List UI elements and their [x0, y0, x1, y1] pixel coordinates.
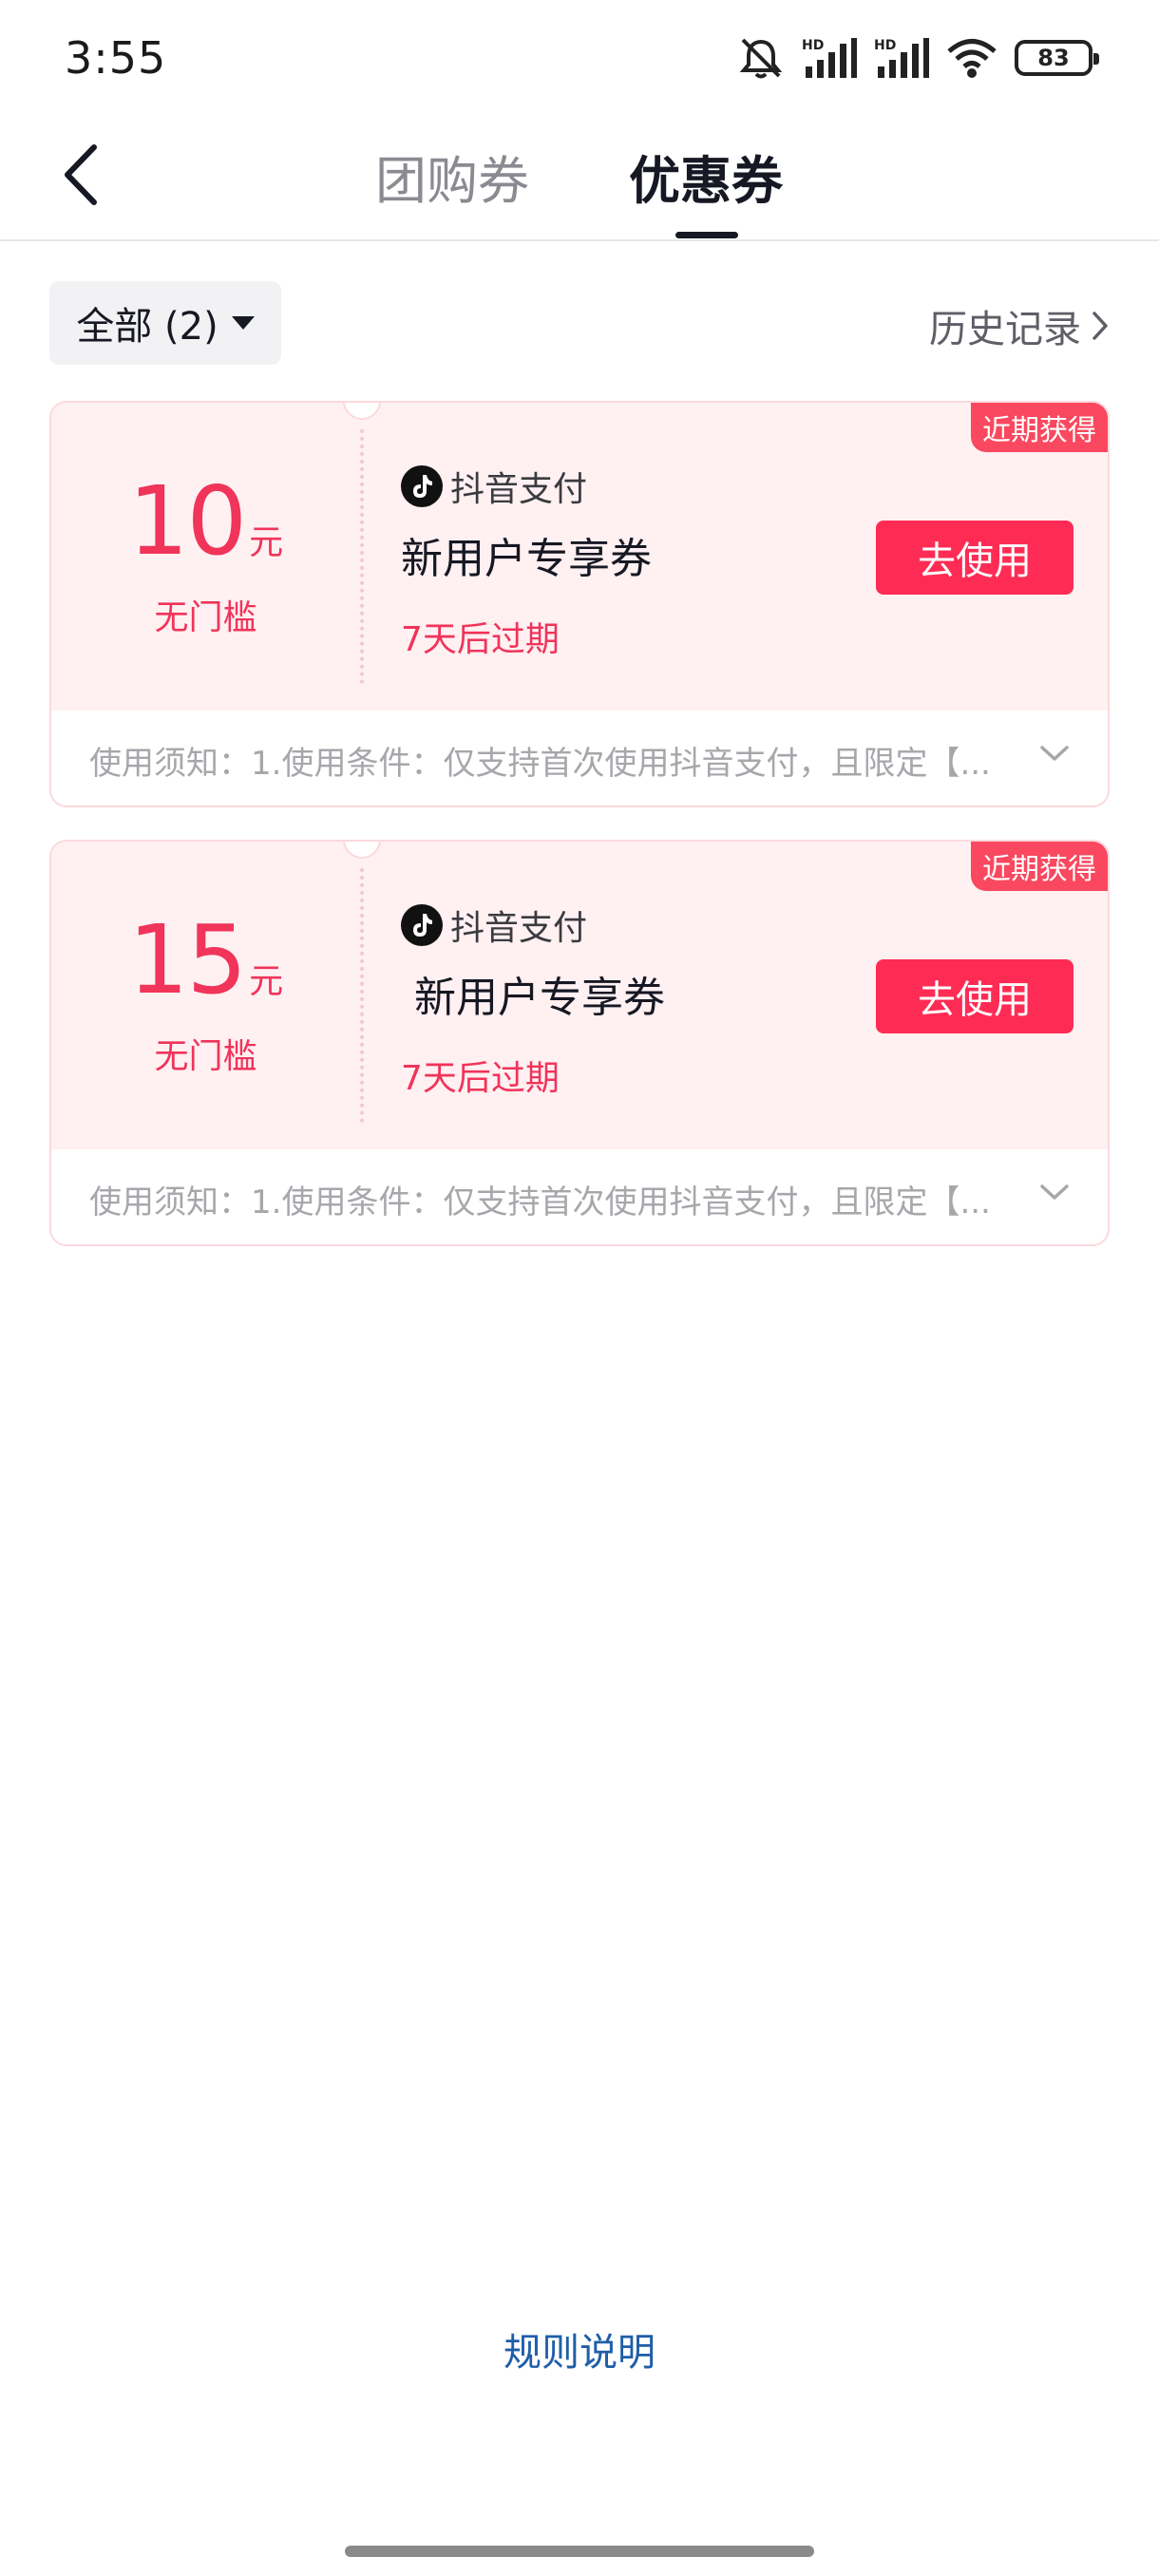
coupon-divider	[360, 429, 364, 684]
douyin-logo-icon	[401, 904, 443, 946]
coupon-card: 10 元 无门槛 抖音支付 新用户专享券 7天后过期 去使用 近期获得 使用须知…	[49, 401, 1110, 807]
coupon-brand-label: 抖音支付	[450, 909, 588, 948]
home-indicator[interactable]	[345, 2546, 814, 2557]
coupon-notice[interactable]: 使用须知：1.使用条件：仅支持首次使用抖音支付，且限定【...	[51, 710, 1108, 805]
history-link[interactable]: 历史记录	[929, 298, 1110, 353]
signal-hd-icon: HD	[874, 36, 929, 80]
caret-down-icon	[231, 316, 255, 330]
use-coupon-button[interactable]: 去使用	[876, 959, 1074, 1033]
history-label: 历史记录	[929, 308, 1081, 351]
coupon-card: 15 元 无门槛 抖音支付 新用户专享券 7天后过期 去使用 近期获得 使用须知…	[49, 840, 1110, 1246]
svg-text:HD: HD	[874, 38, 896, 53]
coupon-amount-box: 10 元 无门槛	[51, 403, 360, 710]
top-nav: 团购券 优惠券	[0, 114, 1159, 241]
tab-group-buy[interactable]: 团购券	[375, 139, 529, 214]
coupon-title: 新用户专享券	[414, 974, 665, 1022]
coupon-expiry: 7天后过期	[401, 1059, 560, 1098]
chevron-down-icon	[1040, 746, 1069, 761]
chevron-down-icon	[1040, 1184, 1069, 1200]
use-coupon-button[interactable]: 去使用	[876, 521, 1074, 595]
battery-icon: 83	[1015, 40, 1099, 76]
coupon-title: 新用户专享券	[401, 535, 652, 583]
coupon-notice-text: 使用须知：1.使用条件：仅支持首次使用抖音支付，且限定【...	[89, 744, 991, 783]
status-bar: 3:55 HD HD 83	[0, 0, 1159, 114]
coupon-divider	[360, 868, 364, 1123]
back-button[interactable]	[48, 137, 114, 213]
recent-badge: 近期获得	[971, 842, 1108, 891]
wifi-icon	[946, 37, 998, 79]
amount-value: 15	[127, 904, 247, 1015]
coupon-brand: 抖音支付	[401, 462, 587, 511]
amount-unit: 元	[249, 962, 284, 1001]
tab-coupons[interactable]: 优惠券	[629, 139, 783, 214]
coupon-amount: 15 元	[128, 913, 283, 1008]
mute-icon	[737, 36, 785, 80]
amount-unit: 元	[249, 523, 284, 562]
douyin-logo-icon	[401, 465, 443, 507]
coupon-threshold: 无门槛	[154, 598, 257, 637]
coupon-amount-box: 15 元 无门槛	[51, 842, 360, 1149]
battery-level: 83	[1037, 45, 1070, 71]
coupon-brand-label: 抖音支付	[450, 470, 588, 509]
recent-badge: 近期获得	[971, 403, 1108, 452]
status-time: 3:55	[65, 32, 167, 84]
coupon-brand: 抖音支付	[401, 900, 587, 950]
filter-dropdown[interactable]: 全部 (2)	[49, 281, 281, 365]
amount-value: 10	[127, 465, 247, 577]
coupon-amount: 10 元	[128, 474, 283, 569]
status-icons: HD HD 83	[737, 36, 1099, 80]
filter-label: 全部 (2)	[76, 305, 218, 349]
chevron-right-icon	[1092, 312, 1108, 340]
coupon-notice[interactable]: 使用须知：1.使用条件：仅支持首次使用抖音支付，且限定【...	[51, 1149, 1108, 1244]
coupon-notice-text: 使用须知：1.使用条件：仅支持首次使用抖音支付，且限定【...	[89, 1183, 991, 1222]
signal-hd-icon: HD	[802, 36, 857, 80]
coupon-threshold: 无门槛	[154, 1037, 257, 1076]
rules-link[interactable]: 规则说明	[0, 2321, 1159, 2377]
coupon-expiry: 7天后过期	[401, 620, 560, 659]
chevron-left-icon	[65, 144, 97, 205]
svg-text:HD: HD	[802, 38, 824, 53]
active-tab-indicator	[675, 232, 738, 238]
